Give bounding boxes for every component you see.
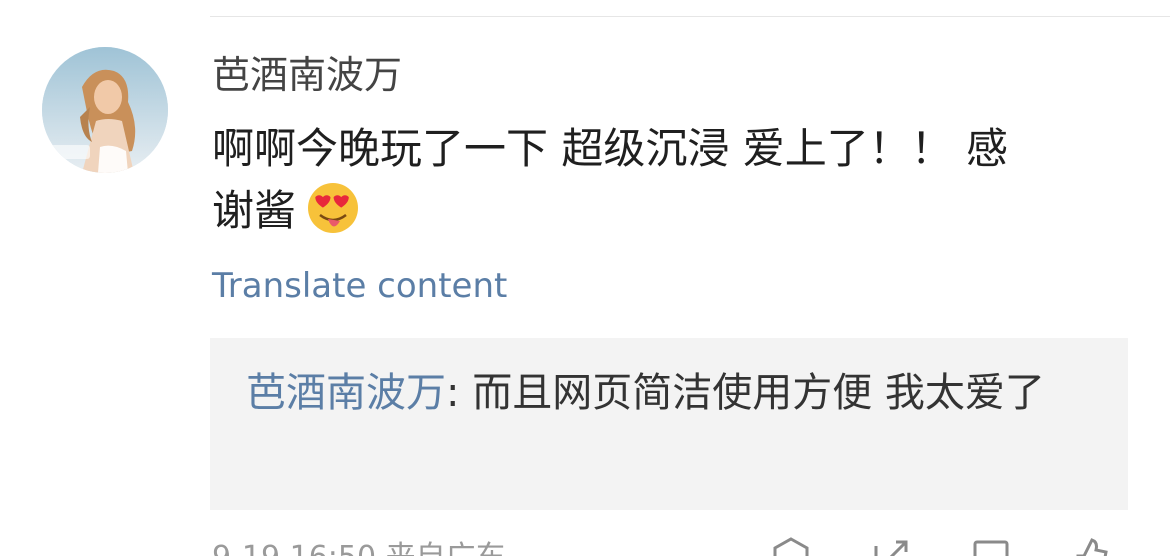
repost-icon[interactable] [870,536,912,556]
action-bar [770,536,1112,556]
comment-icon[interactable] [970,536,1012,556]
reply-box[interactable]: 芭酒南波万: 而且网页简洁使用方便 我太爱了 [210,338,1128,510]
comment-text: 啊啊今晚玩了一下 超级沉浸 爱上了！！ 感 谢酱 [212,118,1112,252]
comment-author[interactable]: 芭酒南波万 [212,50,402,100]
comment-meta: 9-19 16:50 来自广东 [212,540,506,556]
avatar[interactable] [42,47,168,173]
reply-text: 芭酒南波万: 而且网页简洁使用方便 我太爱了 [246,362,1096,424]
like-icon[interactable] [1070,536,1112,556]
reply-separator: : [446,370,473,416]
heart-eyes-tongue-emoji-icon [306,181,360,252]
divider [210,16,1170,17]
avatar-image [42,47,168,173]
comment-page: 芭酒南波万 啊啊今晚玩了一下 超级沉浸 爱上了！！ 感 谢酱 Translate… [0,0,1170,556]
comment-text-line2: 谢酱 [212,186,297,235]
reply-body: 而且网页简洁使用方便 我太爱了 [472,370,1045,416]
translate-content-link[interactable]: Translate content [212,264,507,308]
share-icon[interactable] [770,536,812,556]
comment-text-line1: 啊啊今晚玩了一下 超级沉浸 爱上了！！ 感 [212,124,1009,173]
reply-author[interactable]: 芭酒南波万 [246,370,446,416]
